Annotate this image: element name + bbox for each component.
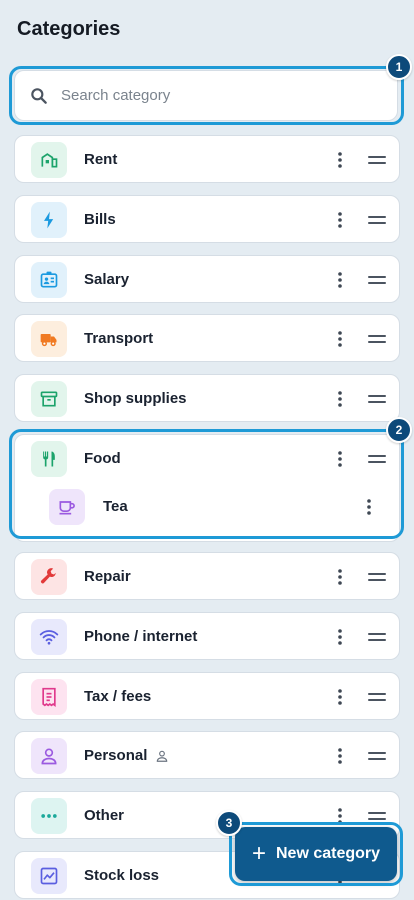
wifi-icon	[39, 629, 59, 645]
category-item[interactable]: Bills	[15, 196, 399, 244]
more-vertical-icon	[338, 391, 342, 407]
drag-handle[interactable]	[368, 570, 386, 584]
category-item[interactable]: Repair	[15, 553, 399, 601]
category-icon-box	[31, 738, 67, 775]
category-label: Phone / internet	[84, 627, 198, 645]
person-icon	[157, 750, 168, 762]
more-vertical-icon	[338, 688, 342, 705]
category-item[interactable]: Transport	[15, 315, 399, 363]
more-vertical-icon	[338, 211, 342, 228]
category-row[interactable]: Phone / internet	[14, 611, 400, 661]
category-item[interactable]: Personal	[15, 732, 399, 780]
more-options-button[interactable]	[330, 746, 350, 766]
archive-box-icon	[40, 391, 58, 407]
category-row[interactable]: Salary	[14, 254, 400, 304]
category-icon-box	[31, 142, 67, 178]
category-label: Shop supplies	[84, 390, 187, 408]
category-icon-box	[31, 559, 67, 595]
more-options-button[interactable]	[330, 627, 350, 647]
building-icon	[41, 153, 58, 168]
category-label: Tax / fees	[84, 687, 152, 705]
category-icon-box	[31, 261, 67, 298]
fab-highlight	[229, 822, 403, 886]
annotation-badge-2: 2	[386, 417, 412, 443]
category-row[interactable]: Personal	[14, 731, 400, 780]
more-vertical-icon	[338, 748, 342, 765]
category-label: Repair	[84, 568, 131, 585]
id-badge-icon	[40, 271, 58, 288]
truck-icon	[40, 334, 57, 347]
drag-handle[interactable]	[368, 749, 386, 763]
category-label: Transport	[84, 330, 154, 348]
category-label: Bills	[84, 210, 116, 228]
category-label: Other	[84, 807, 125, 825]
search-highlight	[9, 66, 404, 125]
drag-handle[interactable]	[368, 213, 386, 227]
category-item[interactable]: Tax / fees	[15, 673, 399, 721]
category-row[interactable]: Rent	[14, 135, 400, 183]
category-label: Stock loss	[84, 867, 160, 884]
more-options-button[interactable]	[330, 270, 350, 290]
more-options-button[interactable]	[330, 567, 350, 587]
more-vertical-icon	[338, 569, 342, 585]
more-options-button[interactable]	[330, 210, 350, 230]
more-vertical-icon	[338, 331, 342, 348]
category-item[interactable]: Phone / internet	[15, 613, 399, 661]
category-item[interactable]: Rent	[15, 136, 399, 184]
category-icon-box	[31, 858, 67, 894]
dots-icon	[41, 814, 57, 819]
category-row[interactable]: Shop supplies	[14, 374, 400, 423]
more-vertical-icon	[338, 152, 342, 168]
drag-handle[interactable]	[368, 690, 386, 704]
category-icon-box	[31, 678, 67, 715]
drag-handle[interactable]	[368, 273, 386, 287]
category-row[interactable]: Transport	[14, 314, 400, 363]
more-options-button[interactable]	[330, 687, 350, 707]
category-label: Rent	[84, 151, 118, 168]
lightning-icon	[44, 211, 54, 229]
category-label: Personal	[84, 747, 169, 764]
person-icon	[41, 748, 57, 765]
more-options-button[interactable]	[330, 150, 350, 170]
more-vertical-icon	[338, 271, 342, 288]
drag-handle[interactable]	[368, 630, 386, 644]
category-label: Salary	[84, 270, 130, 288]
wrench-icon	[40, 568, 56, 584]
more-vertical-icon	[338, 628, 342, 645]
food-group-highlight	[9, 429, 404, 539]
category-row[interactable]: Bills	[14, 194, 400, 244]
category-row[interactable]: Repair	[14, 552, 400, 600]
category-icon-box	[31, 321, 67, 358]
drag-handle[interactable]	[368, 332, 386, 346]
category-row[interactable]: Tax / fees	[14, 671, 400, 721]
more-options-button[interactable]	[330, 389, 350, 409]
category-item[interactable]: Salary	[15, 256, 399, 304]
drag-handle[interactable]	[368, 392, 386, 406]
category-icon-box	[31, 798, 67, 835]
category-icon-box	[31, 201, 67, 238]
drag-handle[interactable]	[368, 153, 386, 167]
annotation-badge-1: 1	[386, 54, 412, 80]
page-title: Categories	[17, 18, 121, 40]
chart-icon	[40, 867, 58, 885]
more-options-button[interactable]	[330, 329, 350, 349]
annotation-badge-3: 3	[216, 810, 242, 836]
category-item[interactable]: Shop supplies	[15, 375, 399, 423]
category-icon-box	[31, 381, 67, 418]
category-icon-box	[31, 618, 67, 655]
receipt-icon	[42, 687, 56, 707]
